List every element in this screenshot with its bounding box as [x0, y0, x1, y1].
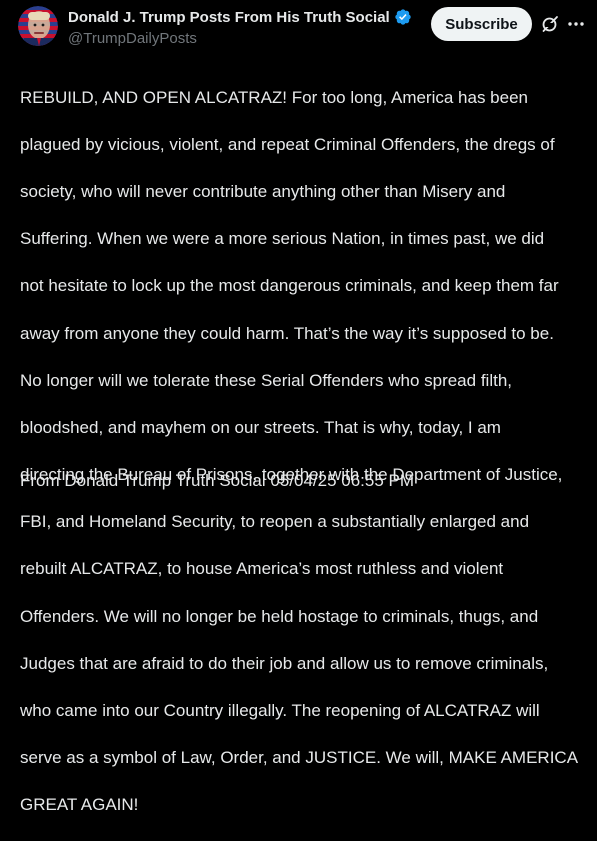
post-body-line: away from anyone they could harm. That’s… [20, 323, 554, 343]
avatar[interactable] [18, 6, 58, 46]
post-body-line: rebuilt ALCATRAZ, to house America’s mos… [20, 559, 504, 579]
grok-slash-icon[interactable] [540, 14, 560, 34]
post-footer-source: From Donald Trump Truth Social 05/04/25 … [20, 471, 415, 490]
verified-badge-icon[interactable] [394, 8, 412, 26]
post-body-line: Suffering. When we were a more serious N… [20, 229, 545, 249]
avatar-image [18, 6, 58, 46]
post-body-line: GREAT AGAIN! [20, 795, 139, 815]
subscribe-button[interactable]: Subscribe [431, 7, 532, 41]
post-body-line: plagued by vicious, violent, and repeat … [20, 134, 555, 154]
account-handle[interactable]: @TrumpDailyPosts [68, 29, 428, 49]
post-card: Donald J. Trump Posts From His Truth Soc… [0, 0, 597, 814]
more-horizontal-icon[interactable] [566, 14, 586, 34]
display-name-row: Donald J. Trump Posts From His Truth Soc… [68, 7, 428, 27]
post-body-line: FBI, and Homeland Security, to reopen a … [20, 512, 530, 532]
post-header: Donald J. Trump Posts From His Truth Soc… [0, 0, 597, 60]
account-names: Donald J. Trump Posts From His Truth Soc… [68, 7, 428, 49]
post-body-line: society, who will never contribute anyth… [20, 181, 506, 201]
post-body-line: Judges that are afraid to do their job a… [20, 653, 549, 673]
post-body-line: serve as a symbol of Law, Order, and JUS… [20, 748, 579, 768]
post-body-line: not hesitate to lock up the most dangero… [20, 276, 559, 296]
post-body-line: Offenders. We will no longer be held hos… [20, 606, 539, 626]
post-body-line: bloodshed, and mayhem on our streets. Th… [20, 417, 501, 437]
post-body-line: REBUILD, AND OPEN ALCATRAZ! For too long… [20, 87, 528, 107]
post-body: REBUILD, AND OPEN ALCATRAZ! For too long… [20, 62, 588, 841]
post-body-line: who came into our Country illegally. The… [20, 701, 540, 721]
display-name[interactable]: Donald J. Trump Posts From His Truth Soc… [68, 9, 390, 26]
post-body-line: No longer will we tolerate these Serial … [20, 370, 512, 390]
